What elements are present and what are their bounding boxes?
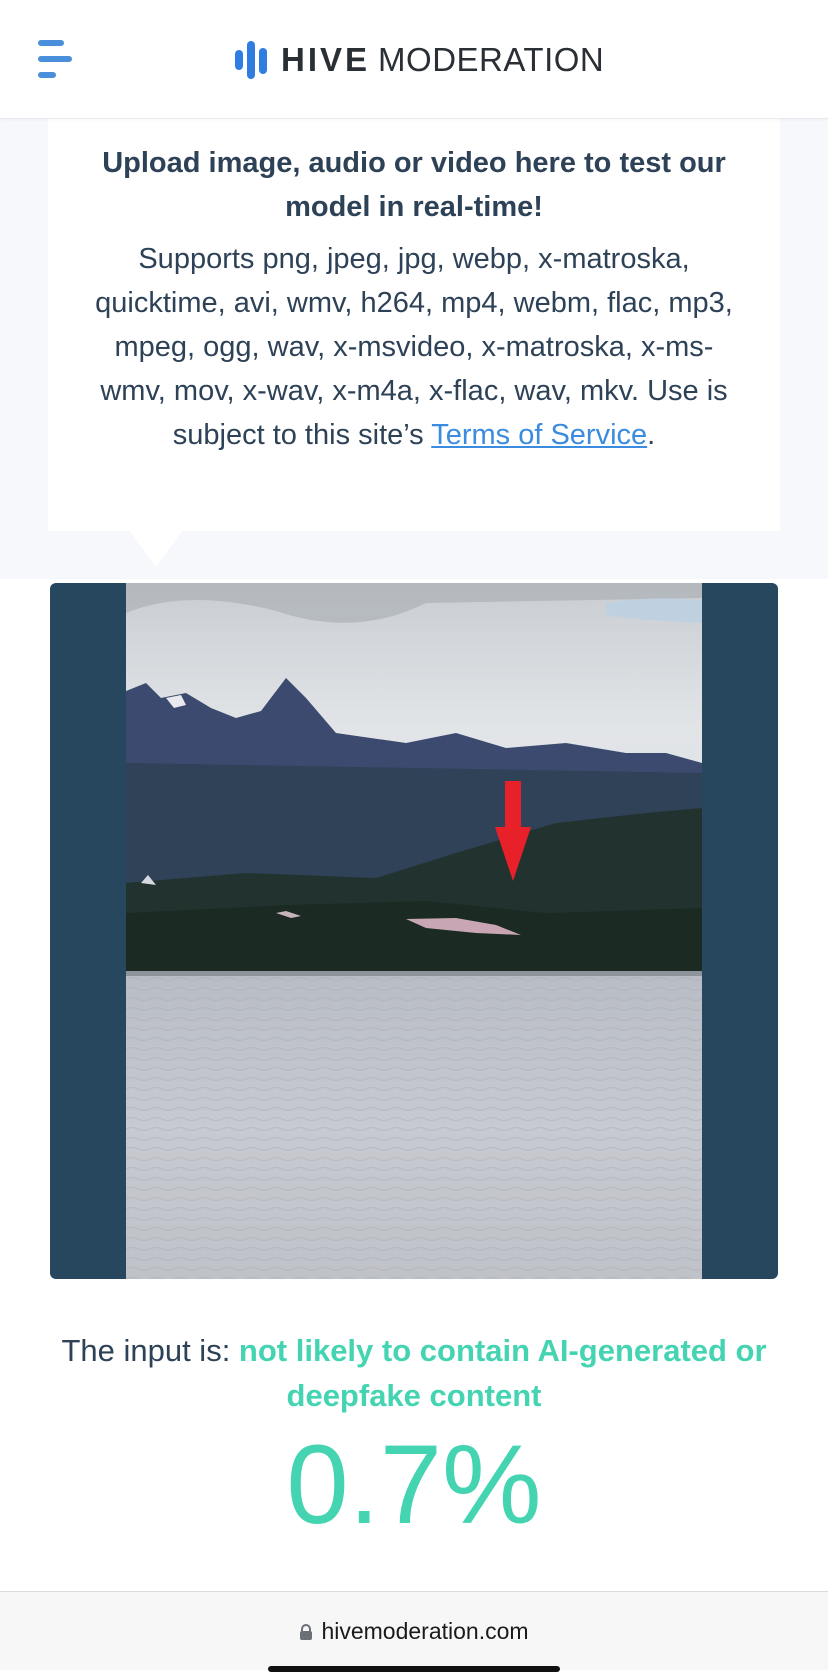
result-prefix: The input is: xyxy=(61,1333,239,1368)
top-navigation-bar: HIVE MODERATION xyxy=(0,0,828,119)
description-period: . xyxy=(647,419,656,451)
url-text: hivemoderation.com xyxy=(321,1618,529,1644)
url-display[interactable]: hivemoderation.com xyxy=(0,1618,828,1645)
browser-url-bar[interactable]: hivemoderation.com xyxy=(0,1591,828,1670)
media-preview xyxy=(50,583,778,1279)
hive-moderation-logo[interactable]: HIVE MODERATION xyxy=(235,40,604,80)
hamburger-menu-icon[interactable] xyxy=(38,38,74,82)
uploaded-image-preview xyxy=(126,583,702,1279)
lock-icon xyxy=(300,1624,313,1640)
logo-brand-text: HIVE xyxy=(281,41,371,78)
home-indicator xyxy=(268,1666,560,1672)
upload-dropzone[interactable]: Upload image, audio or video here to tes… xyxy=(48,119,780,531)
result-verdict: not likely to contain AI-generated or de… xyxy=(238,1333,767,1413)
terms-of-service-link[interactable]: Terms of Service xyxy=(431,419,647,451)
upload-title: Upload image, audio or video here to tes… xyxy=(102,147,726,223)
result-summary: The input is: not likely to contain AI-g… xyxy=(60,1328,768,1418)
ai-probability-score: 0.7% xyxy=(286,1422,542,1547)
logo-product-text: MODERATION xyxy=(378,41,605,78)
hive-bars-logo-icon xyxy=(235,41,269,79)
card-pointer xyxy=(130,531,182,567)
upload-description: Supports png, jpeg, jpg, webp, x-matrosk… xyxy=(84,237,744,457)
